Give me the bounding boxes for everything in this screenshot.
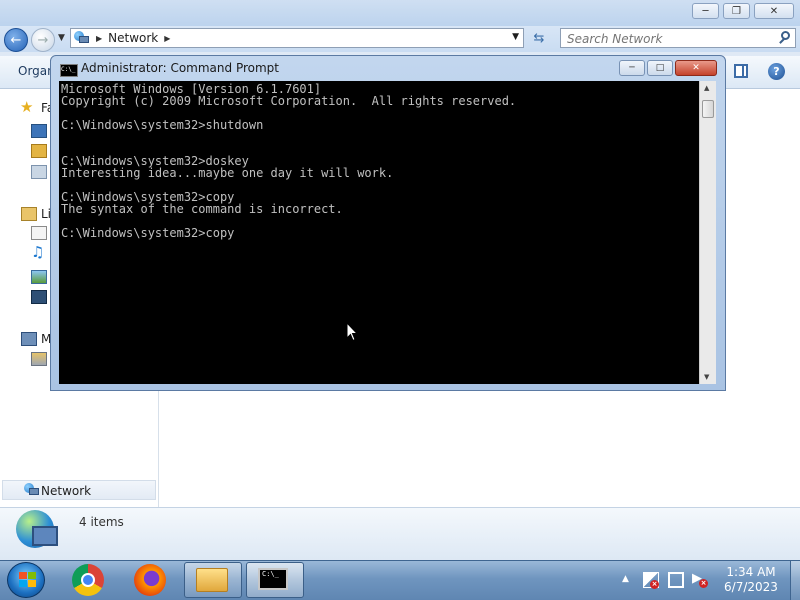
search-input[interactable]: [565, 30, 769, 48]
breadcrumb-chevron-icon[interactable]: ▶: [164, 34, 170, 43]
clock-date: 6/7/2023: [724, 580, 778, 594]
show-desktop-button[interactable]: [790, 561, 800, 600]
cmd-minimize-button[interactable]: ─: [619, 60, 645, 76]
back-arrow-icon: ←: [10, 32, 22, 48]
refresh-button[interactable]: ⇆: [528, 28, 550, 48]
libraries-icon[interactable]: [21, 207, 37, 221]
console-text: Microsoft Windows [Version 6.1.7601] Cop…: [61, 82, 517, 240]
windows-logo-icon: [19, 572, 27, 579]
forward-button[interactable]: →: [31, 28, 55, 52]
network-large-icon: [16, 510, 60, 554]
chrome-icon[interactable]: [72, 564, 104, 596]
cmd-close-button[interactable]: ✕: [675, 60, 717, 76]
cmd-caption-buttons: ─ □ ✕: [619, 60, 717, 76]
window-title: Administrator: Command Prompt: [81, 61, 279, 75]
mouse-pointer-icon: [346, 322, 358, 342]
volume-icon[interactable]: ▶ ×: [692, 571, 708, 588]
network-icon: [24, 483, 40, 497]
address-dropdown-icon[interactable]: ▼: [512, 32, 519, 42]
sidebar-item-network-label: Network: [41, 484, 92, 498]
breadcrumb-network[interactable]: Network: [108, 31, 158, 45]
command-prompt-icon[interactable]: C:\_: [60, 64, 78, 77]
scroll-down-icon[interactable]: ▼: [704, 373, 709, 381]
console-scrollbar[interactable]: ▲ ▼: [699, 81, 716, 384]
recent-places-icon[interactable]: [31, 165, 47, 179]
firefox-icon[interactable]: [134, 564, 166, 596]
breadcrumb-chevron-icon[interactable]: ▶: [96, 34, 102, 43]
local-disk-icon[interactable]: [31, 352, 47, 366]
error-badge-icon: ×: [650, 580, 659, 589]
clock-time: 1:34 AM: [726, 565, 776, 579]
mute-badge-icon: ×: [699, 579, 708, 588]
explorer-caption-buttons: ─ ❐ ✕: [692, 3, 794, 19]
search-box[interactable]: [560, 28, 796, 48]
downloads-icon[interactable]: [31, 144, 47, 158]
action-center-flag-icon[interactable]: ×: [643, 572, 659, 589]
maximize-button[interactable]: ❐: [723, 3, 750, 19]
scroll-thumb[interactable]: [702, 100, 714, 118]
recent-pages-dropdown[interactable]: ▼: [58, 33, 65, 43]
cmd-maximize-button[interactable]: □: [647, 60, 673, 76]
help-icon[interactable]: ?: [768, 63, 785, 80]
back-button[interactable]: ←: [4, 28, 28, 52]
system-clock[interactable]: 1:34 AM 6/7/2023: [716, 565, 786, 595]
show-hidden-icons-icon[interactable]: ▲: [622, 574, 629, 584]
music-icon[interactable]: ♫: [31, 243, 44, 261]
videos-icon[interactable]: [31, 290, 47, 304]
explorer-title-bar: [0, 0, 800, 26]
scroll-up-icon[interactable]: ▲: [704, 84, 709, 92]
pictures-icon[interactable]: [31, 270, 47, 284]
search-icon[interactable]: [781, 31, 790, 40]
command-prompt-icon: C:\_: [258, 568, 288, 590]
forward-arrow-icon: →: [37, 32, 49, 48]
console-output[interactable]: Microsoft Windows [Version 6.1.7601] Cop…: [59, 81, 699, 384]
address-bar[interactable]: ▶ Network ▶ ▼: [70, 28, 524, 48]
documents-icon[interactable]: [31, 226, 47, 240]
start-button[interactable]: [7, 562, 45, 598]
command-prompt-window[interactable]: C:\_ Administrator: Command Prompt ─ □ ✕…: [50, 55, 726, 391]
folder-icon: [196, 568, 228, 592]
item-count: 4 items: [79, 515, 124, 529]
minimize-button[interactable]: ─: [692, 3, 719, 19]
favorites-star-icon[interactable]: ★: [20, 98, 33, 116]
network-icon: [74, 31, 90, 45]
sidebar-item-network[interactable]: Network: [2, 480, 156, 500]
refresh-icon: ⇆: [533, 30, 545, 46]
desktop-icon[interactable]: [31, 124, 47, 138]
close-button[interactable]: ✕: [754, 3, 794, 19]
computer-icon[interactable]: [21, 332, 37, 346]
preview-pane-icon[interactable]: [734, 64, 748, 78]
network-status-icon[interactable]: [668, 572, 684, 588]
